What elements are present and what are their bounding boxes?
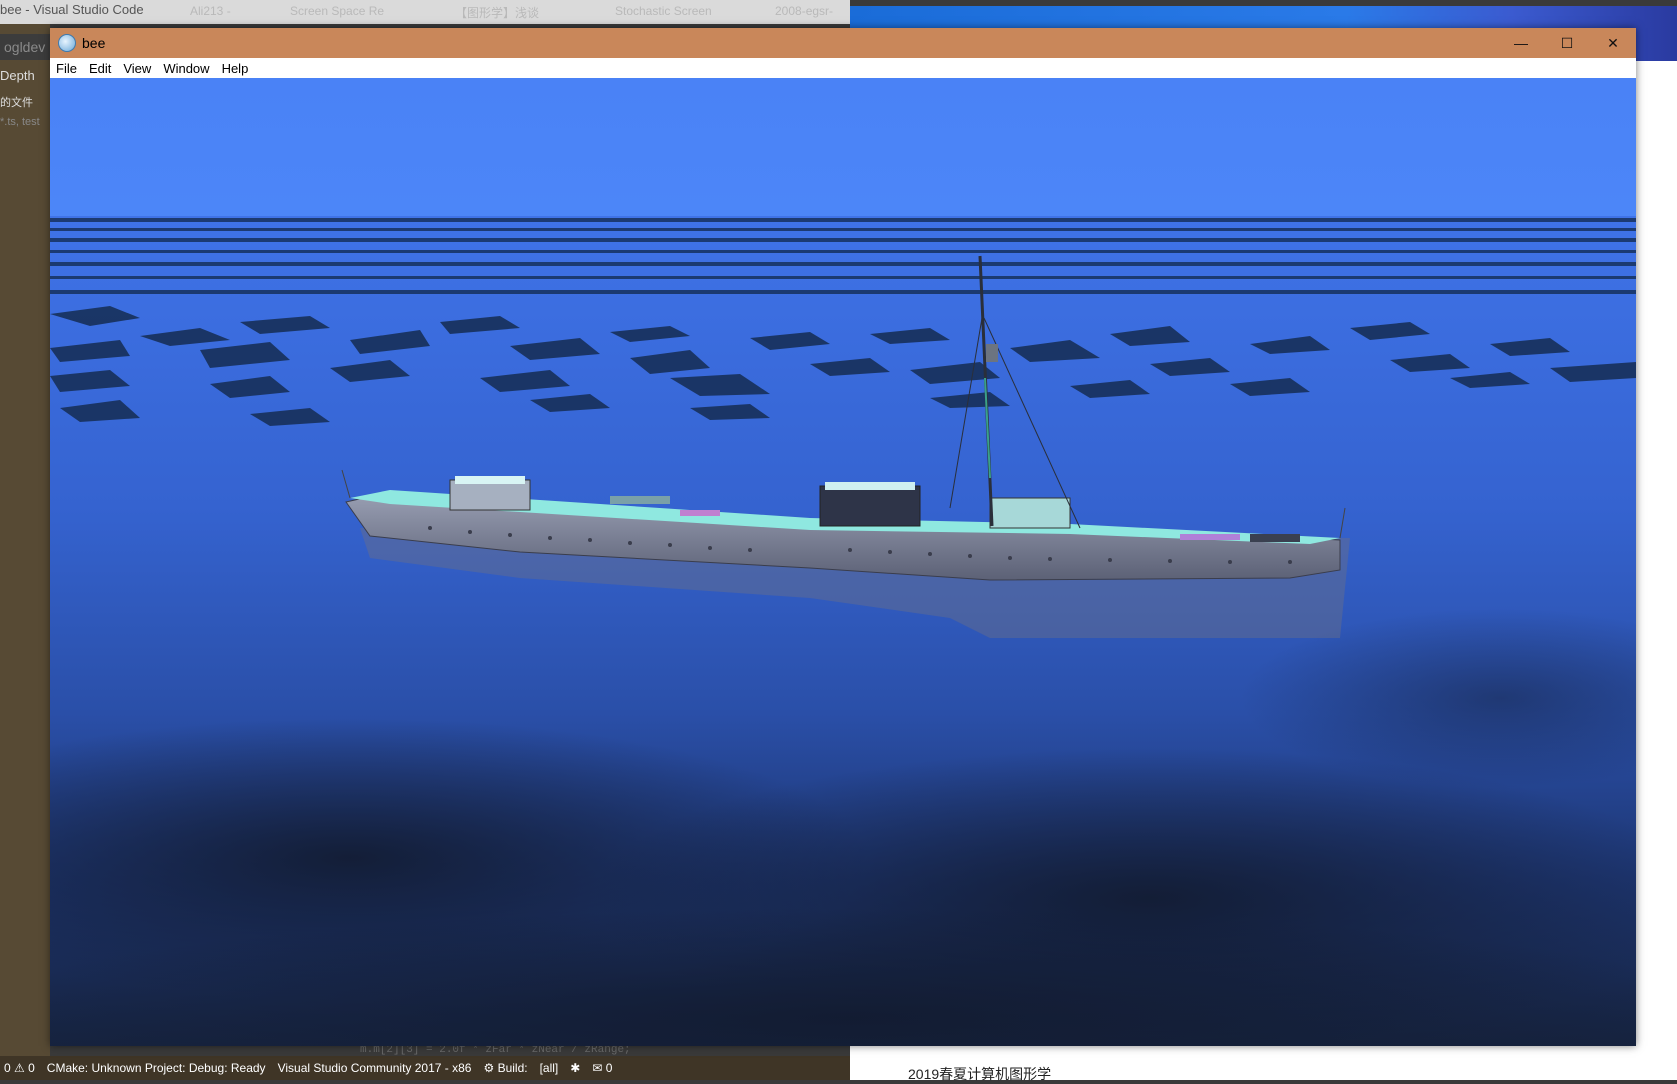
browser-tab[interactable]: Ali213 -: [190, 4, 231, 22]
bee-window: bee — ☐ ✕ File Edit View Window Help: [50, 28, 1636, 1046]
menu-window[interactable]: Window: [157, 61, 215, 76]
maximize-button[interactable]: ☐: [1544, 28, 1590, 58]
bee-app-icon: [58, 34, 76, 52]
minimize-button[interactable]: —: [1498, 28, 1544, 58]
background-browser-tabs: bee - Visual Studio Code Ali213 - Screen…: [0, 0, 850, 24]
close-button[interactable]: ✕: [1590, 28, 1636, 58]
gear-icon: ⚙: [483, 1061, 495, 1075]
vscode-sidebar-item[interactable]: Depth: [0, 68, 35, 83]
cmake-status[interactable]: CMake: Unknown Project: Debug: Ready: [47, 1061, 266, 1075]
browser-tab[interactable]: 【图形学】浅谈: [455, 4, 539, 22]
menu-file[interactable]: File: [50, 61, 83, 76]
vscode-tab[interactable]: ogldev: [0, 34, 50, 60]
render-viewport[interactable]: [50, 78, 1636, 1046]
menu-view[interactable]: View: [117, 61, 157, 76]
problems-count[interactable]: 0 ⚠ 0: [4, 1061, 35, 1075]
message-icon: ✉: [592, 1061, 603, 1075]
menu-bar: File Edit View Window Help: [50, 58, 1636, 78]
message-count-value: 0: [605, 1061, 613, 1075]
build-button[interactable]: ⚙ Build:: [483, 1061, 527, 1075]
vscode-sidebar: [0, 24, 50, 1056]
window-titlebar[interactable]: bee — ☐ ✕: [50, 28, 1636, 58]
ocean-scene: [50, 78, 1636, 1046]
build-label: Build:: [497, 1061, 528, 1075]
menu-edit[interactable]: Edit: [83, 61, 117, 76]
browser-tab[interactable]: Stochastic Screen: [615, 4, 712, 22]
background-browser-text: 2019春夏计算机图形学: [908, 1066, 1052, 1082]
vscode-sidebar-item[interactable]: *.ts, test: [0, 116, 40, 128]
message-count[interactable]: ✉ 0: [592, 1061, 612, 1075]
bug-icon[interactable]: ✱: [570, 1061, 580, 1075]
vscode-window-title: bee - Visual Studio Code: [0, 2, 144, 17]
browser-tab[interactable]: 2008-egsr-: [775, 4, 833, 22]
menu-help[interactable]: Help: [216, 61, 255, 76]
browser-tab[interactable]: Screen Space Re: [290, 4, 384, 22]
vs-kit[interactable]: Visual Studio Community 2017 - x86: [278, 1061, 472, 1075]
sky: [50, 78, 1636, 218]
vscode-statusbar: 0 ⚠ 0 CMake: Unknown Project: Debug: Rea…: [0, 1056, 850, 1080]
build-target[interactable]: [all]: [540, 1061, 559, 1075]
window-title: bee: [82, 35, 106, 51]
vscode-sidebar-item[interactable]: 的文件: [0, 94, 33, 110]
